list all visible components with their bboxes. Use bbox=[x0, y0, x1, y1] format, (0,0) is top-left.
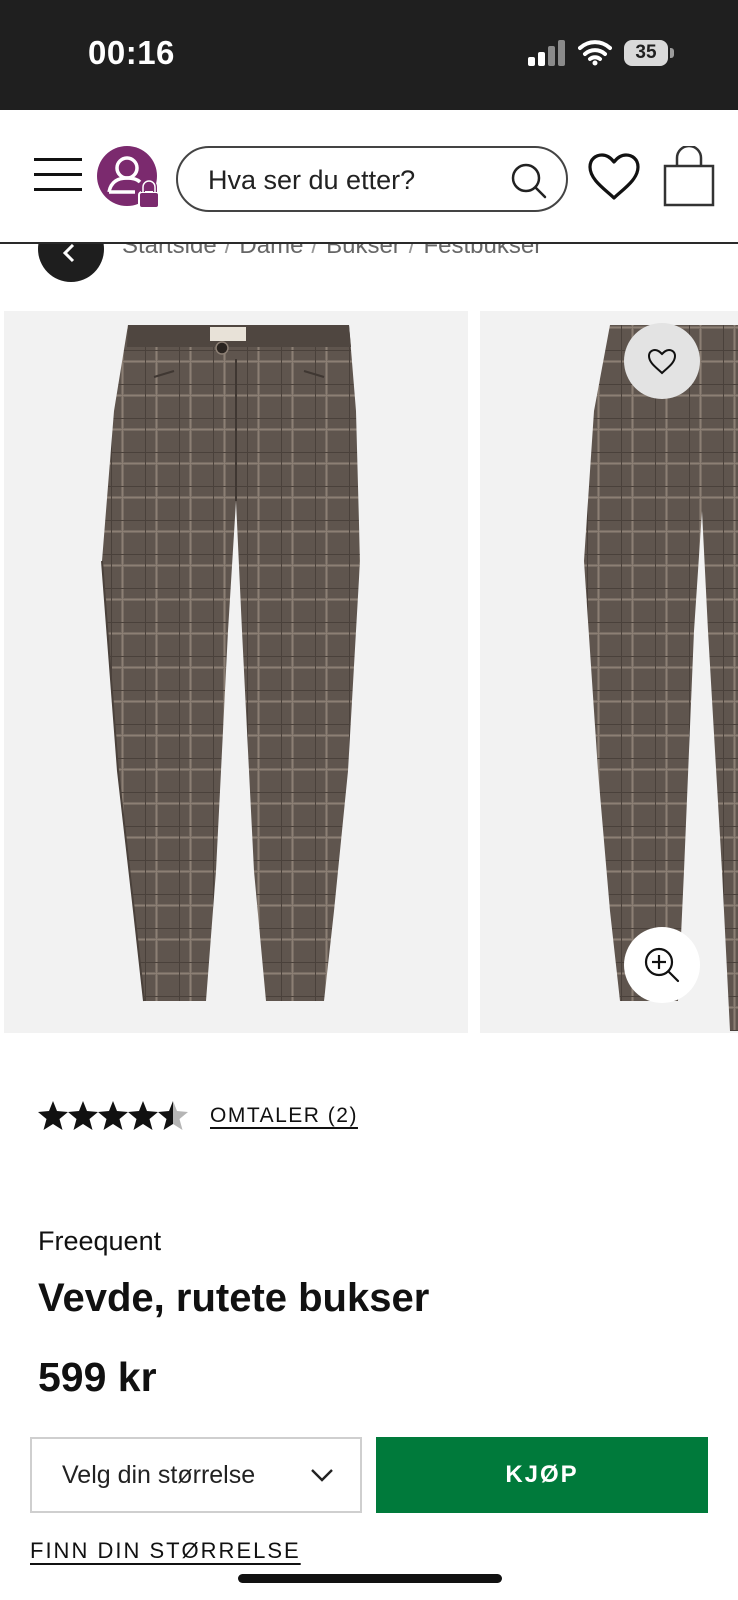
status-time: 00:16 bbox=[88, 34, 175, 71]
breadcrumb: Startside / Dame / Bukser / Festbukser bbox=[0, 244, 738, 284]
product-gallery[interactable] bbox=[0, 311, 738, 1033]
site-header bbox=[0, 110, 738, 244]
search-icon[interactable] bbox=[510, 162, 548, 200]
battery-icon: 35 bbox=[624, 40, 674, 66]
trousers-front-image bbox=[101, 325, 360, 1002]
breadcrumb-item[interactable]: Startside bbox=[122, 244, 217, 259]
home-indicator[interactable] bbox=[238, 1574, 502, 1583]
product-title: Vevde, rutete bukser bbox=[38, 1276, 430, 1320]
signal-icon bbox=[528, 40, 565, 66]
menu-icon[interactable] bbox=[34, 156, 82, 194]
chevron-left-icon bbox=[62, 244, 75, 263]
heart-icon bbox=[647, 348, 677, 375]
chevron-down-icon bbox=[311, 1469, 333, 1482]
favorite-button[interactable] bbox=[624, 323, 700, 399]
breadcrumb-item[interactable]: Bukser bbox=[326, 244, 401, 259]
breadcrumb-separator: / bbox=[224, 244, 232, 259]
search-input[interactable] bbox=[208, 160, 508, 200]
star-rating-icon bbox=[38, 1101, 188, 1130]
breadcrumb-item[interactable]: Festbukser bbox=[423, 244, 542, 259]
account-locked-icon[interactable] bbox=[97, 146, 163, 212]
zoom-in-icon bbox=[644, 947, 680, 983]
search-bar bbox=[176, 146, 568, 212]
breadcrumb-separator: / bbox=[311, 244, 319, 259]
back-button[interactable] bbox=[38, 244, 104, 282]
size-guide-link[interactable]: FINN DIN STØRRELSE bbox=[30, 1538, 301, 1564]
shopping-bag-icon[interactable] bbox=[662, 146, 716, 208]
reviews-link[interactable]: OMTALER (2) bbox=[210, 1104, 358, 1128]
heart-icon[interactable] bbox=[586, 152, 642, 202]
product-price: 599 kr bbox=[38, 1354, 157, 1400]
status-bar: 00:16 35 bbox=[0, 0, 738, 110]
zoom-button[interactable] bbox=[624, 927, 700, 1003]
product-rating: OMTALER (2) bbox=[38, 1100, 358, 1136]
buy-button[interactable]: KJØP bbox=[376, 1437, 708, 1513]
breadcrumb-separator: / bbox=[408, 244, 416, 259]
wifi-icon bbox=[578, 40, 612, 66]
product-image-back[interactable] bbox=[480, 311, 738, 1033]
battery-level: 35 bbox=[635, 42, 657, 63]
breadcrumb-item[interactable]: Dame bbox=[239, 244, 303, 259]
size-select[interactable]: Velg din størrelse bbox=[30, 1437, 362, 1513]
product-image-front[interactable] bbox=[4, 311, 468, 1033]
trousers-back-image bbox=[584, 325, 738, 1031]
product-brand[interactable]: Freequent bbox=[38, 1226, 161, 1257]
size-select-label: Velg din størrelse bbox=[62, 1461, 256, 1489]
breadcrumb-trail: Startside / Dame / Bukser / Festbukser bbox=[122, 244, 542, 260]
